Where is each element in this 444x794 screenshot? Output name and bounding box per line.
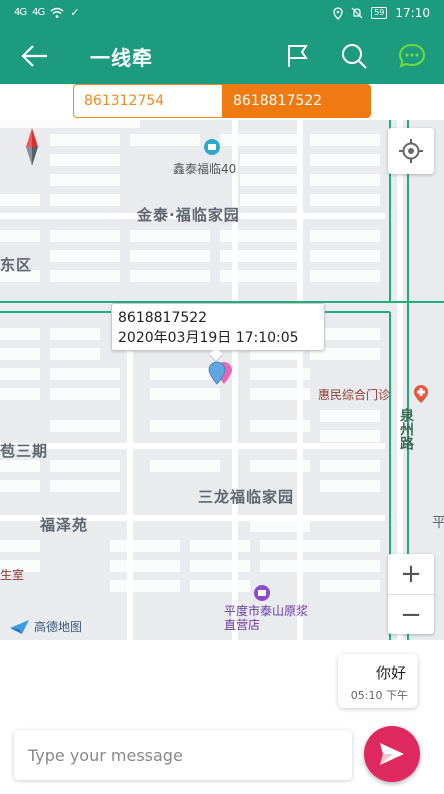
message-text: 你好 <box>375 664 406 682</box>
status-time: 17:10 <box>395 6 430 20</box>
locate-button[interactable] <box>388 128 434 174</box>
zoom-in-button[interactable]: + <box>388 554 434 594</box>
notification-icon: ✓ <box>70 6 80 19</box>
signal-2-icon: 4G <box>32 7 45 18</box>
crosshair-icon <box>399 139 423 163</box>
tab-device-2[interactable]: 8618817522 <box>222 84 371 118</box>
map-logo-text: 高德地图 <box>34 620 83 634</box>
clinic-marker-icon <box>414 385 428 403</box>
signal-1-icon: 4G <box>14 7 27 18</box>
send-icon <box>380 743 404 765</box>
send-button[interactable] <box>364 726 420 782</box>
compass-icon[interactable] <box>22 128 42 166</box>
map-label-area-left: 东区 <box>0 256 33 274</box>
chat-area: 你好 05:10 下午 <box>0 640 444 794</box>
map-label-room: 生室 <box>0 568 25 582</box>
page-title: 一线牵 <box>90 46 153 70</box>
message-input[interactable] <box>14 730 352 780</box>
callout-datetime: 2020年03月19日 17:10:05 <box>118 330 299 346</box>
device-tabs: 861312754 8618817522 <box>0 84 444 120</box>
map-label-road: 泉州路 <box>398 408 414 450</box>
message-input-container <box>14 730 352 780</box>
map-label-clinic: 惠民综合门诊 <box>318 388 391 402</box>
callout-phone: 8618817522 <box>118 310 208 326</box>
map-label-area2: 三龙福临家园 <box>198 488 295 506</box>
map-label-phase3: 苞三期 <box>0 442 49 460</box>
back-arrow-icon[interactable] <box>20 42 50 70</box>
map-label-edge: 平 <box>432 515 444 531</box>
shop-marker-icon <box>254 585 270 601</box>
status-bar: 4G 4G ✓ 59 17:10 <box>0 0 444 28</box>
message-bubble[interactable]: 你好 05:10 下午 <box>338 654 418 708</box>
app-bar: 一线牵 <box>0 28 444 84</box>
zoom-controls: + − <box>388 554 434 634</box>
map-view[interactable]: 鑫泰福临40 金泰·福临家园 东区 苞三期 惠民综合门诊 泉州路 三龙福临家园 … <box>0 120 444 640</box>
tab-device-1[interactable]: 861312754 <box>73 84 223 118</box>
map-label-area1: 金泰·福临家园 <box>137 206 240 224</box>
location-status-icon <box>333 6 343 20</box>
map-label-poi-top: 鑫泰福临40 <box>173 162 237 176</box>
flag-icon[interactable] <box>284 42 312 70</box>
map-label-area3: 福泽苑 <box>40 516 89 534</box>
search-icon[interactable] <box>340 42 368 70</box>
amap-logo-icon <box>10 619 29 634</box>
wifi-icon <box>50 7 64 18</box>
message-time: 05:10 下午 <box>350 689 408 702</box>
chat-bubble-icon[interactable] <box>398 42 426 70</box>
zoom-out-button[interactable]: − <box>388 595 434 635</box>
map-provider-logo: 高德地图 <box>10 618 82 635</box>
location-callout[interactable]: 8618817522 2020年03月19日 17:10:05 <box>111 303 325 351</box>
mute-icon <box>351 7 363 19</box>
device-location-marker-icon[interactable] <box>206 360 236 386</box>
map-label-shop: 平度市泰山原浆直营店 <box>224 604 309 632</box>
battery-icon: 59 <box>371 7 388 19</box>
building-icon <box>204 139 220 155</box>
